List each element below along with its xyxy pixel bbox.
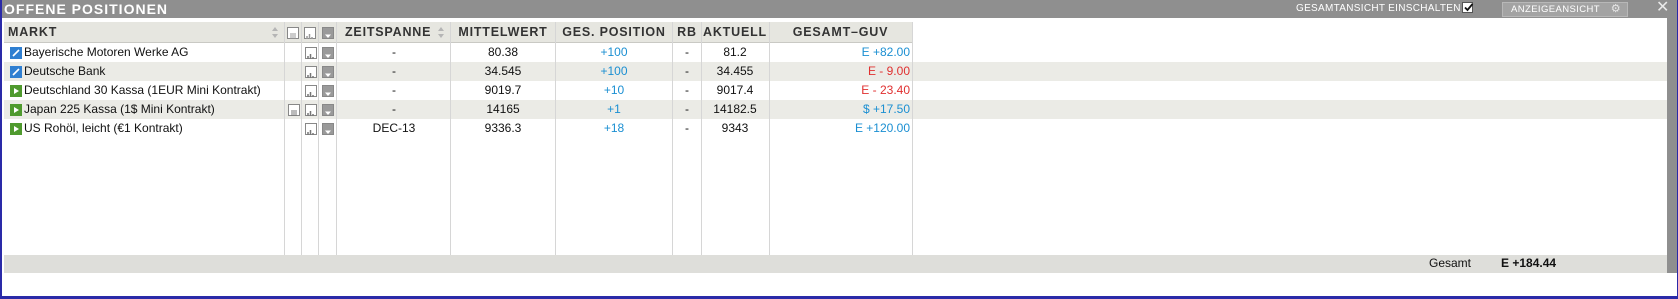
window-title: OFFENE POSITIONEN bbox=[4, 1, 169, 17]
current-cell: 34.455 bbox=[716, 64, 754, 78]
scrollbar[interactable] bbox=[1667, 18, 1677, 273]
market-name[interactable]: Deutsche Bank bbox=[24, 62, 105, 81]
mean-cell: 80.38 bbox=[487, 45, 519, 59]
timespan-cell: - bbox=[392, 102, 396, 116]
timespan-cell: - bbox=[392, 64, 396, 78]
close-icon[interactable]: ✕ bbox=[1656, 0, 1669, 16]
rb-cell: - bbox=[685, 45, 689, 59]
dropdown-header-icon[interactable] bbox=[322, 27, 334, 39]
rb-cell: - bbox=[685, 102, 689, 116]
chevron-down-icon[interactable] bbox=[322, 104, 334, 116]
position-cell: +1 bbox=[607, 102, 621, 116]
column-divider bbox=[701, 22, 702, 255]
table-row[interactable]: US Rohöl, leicht (€1 Kontrakt) DEC-13 93… bbox=[4, 119, 1667, 138]
chart-icon[interactable] bbox=[305, 104, 317, 116]
total-label: Gesamt bbox=[1429, 256, 1472, 270]
current-cell: 9017.4 bbox=[716, 83, 754, 97]
column-header-mean[interactable]: MITTELWERT bbox=[451, 22, 555, 43]
chevron-down-icon[interactable] bbox=[322, 66, 334, 78]
chart-icon[interactable] bbox=[305, 66, 317, 78]
timespan-cell: - bbox=[392, 45, 396, 59]
pnl-cell: E +120.00 bbox=[854, 121, 910, 135]
play-icon[interactable] bbox=[10, 104, 22, 116]
sort-arrows-icon[interactable] bbox=[271, 26, 279, 39]
table-row[interactable]: Deutsche Bank - 34.545 +100 - 34.455 E -… bbox=[4, 62, 1667, 81]
pencil-icon[interactable] bbox=[10, 66, 22, 78]
column-divider bbox=[318, 22, 319, 255]
table-row[interactable]: Bayerische Motoren Werke AG - 80.38 +100… bbox=[4, 43, 1667, 62]
column-divider bbox=[769, 22, 770, 255]
chevron-down-icon[interactable] bbox=[322, 123, 334, 135]
column-header-current[interactable]: AKTUELL bbox=[702, 22, 768, 43]
column-header-market[interactable]: MARKT bbox=[8, 22, 268, 43]
open-positions-window: OFFENE POSITIONEN GESAMTANSICHT EINSCHAL… bbox=[0, 0, 1678, 299]
checkmark-icon bbox=[1464, 3, 1474, 12]
sort-arrows-icon[interactable] bbox=[437, 26, 445, 39]
current-cell: 81.2 bbox=[723, 45, 747, 59]
market-name[interactable]: US Rohöl, leicht (€1 Kontrakt) bbox=[24, 119, 183, 138]
pencil-icon[interactable] bbox=[10, 47, 22, 59]
mean-cell: 34.545 bbox=[484, 64, 522, 78]
gear-icon: ⚙ bbox=[1610, 3, 1621, 15]
mean-cell: 9019.7 bbox=[484, 83, 522, 97]
rb-cell: - bbox=[685, 121, 689, 135]
timespan-cell: DEC-13 bbox=[372, 121, 416, 135]
position-cell: +10 bbox=[603, 83, 625, 97]
position-cell: +18 bbox=[603, 121, 625, 135]
chart-icon[interactable] bbox=[305, 85, 317, 97]
column-divider bbox=[336, 22, 337, 255]
current-cell: 9343 bbox=[721, 121, 749, 135]
totals-footer: Gesamt E +184.44 bbox=[4, 255, 1667, 273]
column-divider bbox=[301, 22, 302, 255]
timespan-cell: - bbox=[392, 83, 396, 97]
market-name[interactable]: Japan 225 Kassa (1$ Mini Kontrakt) bbox=[24, 100, 215, 119]
column-divider bbox=[672, 22, 673, 255]
display-view-button[interactable]: ANZEIGEANSICHT ⚙ bbox=[1502, 2, 1628, 17]
chart-icon[interactable] bbox=[305, 47, 317, 59]
rb-cell: - bbox=[685, 64, 689, 78]
overall-view-label: GESAMTANSICHT EINSCHALTEN bbox=[1296, 3, 1461, 14]
note-icon[interactable] bbox=[288, 104, 300, 116]
chart-header-icon[interactable] bbox=[304, 27, 316, 39]
title-bar: OFFENE POSITIONEN GESAMTANSICHT EINSCHAL… bbox=[2, 0, 1677, 18]
position-cell: +100 bbox=[600, 45, 628, 59]
pnl-cell: $ +17.50 bbox=[862, 102, 910, 116]
current-cell: 14182.5 bbox=[713, 102, 757, 116]
play-icon[interactable] bbox=[10, 85, 22, 97]
position-cell: +100 bbox=[600, 64, 628, 78]
mean-cell: 9336.3 bbox=[484, 121, 522, 135]
table-row[interactable]: Deutschland 30 Kassa (1EUR Mini Kontrakt… bbox=[4, 81, 1667, 100]
rb-cell: - bbox=[685, 83, 689, 97]
column-header-total-pnl[interactable]: GESAMT–GUV bbox=[769, 22, 912, 43]
chevron-down-icon[interactable] bbox=[322, 47, 334, 59]
display-view-button-label: ANZEIGEANSICHT bbox=[1511, 4, 1600, 15]
total-value: E +184.44 bbox=[1501, 256, 1557, 270]
chevron-down-icon[interactable] bbox=[322, 85, 334, 97]
pnl-cell: E - 23.40 bbox=[861, 83, 910, 97]
column-header-timespan[interactable]: ZEITSPANNE bbox=[345, 22, 435, 43]
column-divider bbox=[555, 22, 556, 255]
column-divider bbox=[450, 22, 451, 255]
chart-icon[interactable] bbox=[305, 123, 317, 135]
column-header-rb[interactable]: RB bbox=[673, 22, 701, 43]
mean-cell: 14165 bbox=[486, 102, 520, 116]
notes-header-icon[interactable] bbox=[287, 27, 299, 39]
column-divider bbox=[284, 22, 285, 255]
play-icon[interactable] bbox=[10, 123, 22, 135]
column-header-total-position[interactable]: GES. POSITION bbox=[556, 22, 672, 43]
market-name[interactable]: Deutschland 30 Kassa (1EUR Mini Kontrakt… bbox=[24, 81, 261, 100]
pnl-cell: E +82.00 bbox=[861, 45, 910, 59]
column-divider bbox=[912, 22, 913, 255]
table-row[interactable]: Japan 225 Kassa (1$ Mini Kontrakt) - 141… bbox=[4, 100, 1667, 119]
overall-view-checkbox[interactable] bbox=[1462, 2, 1474, 13]
market-name[interactable]: Bayerische Motoren Werke AG bbox=[24, 43, 189, 62]
pnl-cell: E - 9.00 bbox=[867, 64, 910, 78]
